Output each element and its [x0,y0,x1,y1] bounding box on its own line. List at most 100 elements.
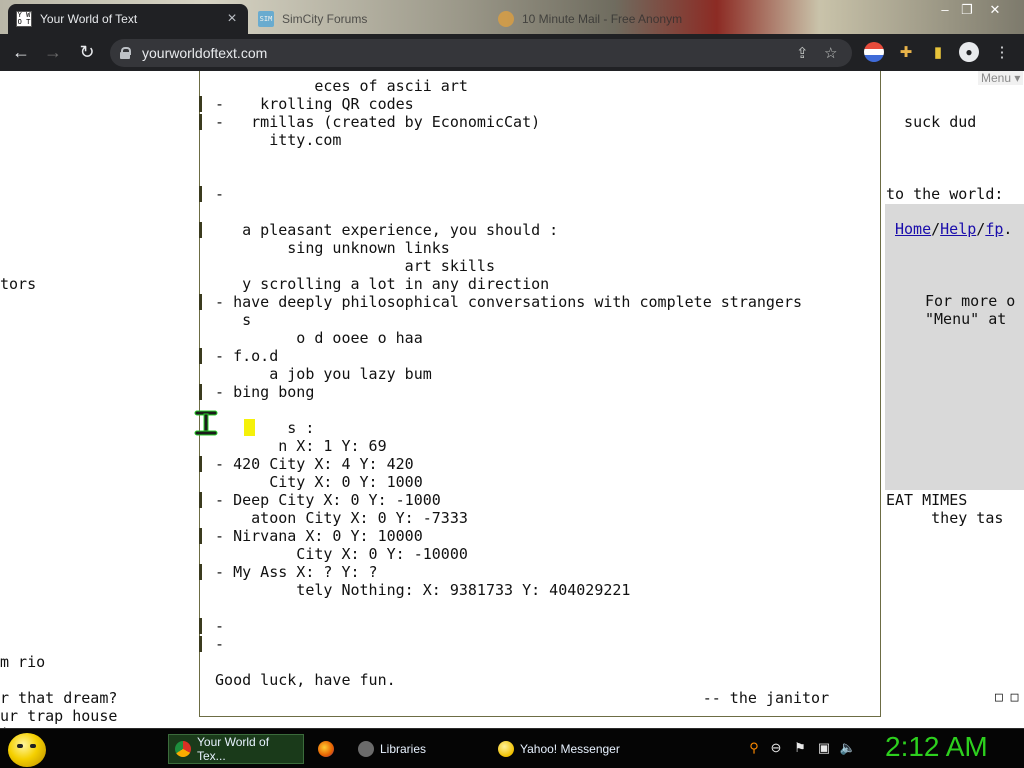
text-line: - [206,185,225,203]
text-line: -- the janitor [206,689,830,707]
text-line: s : [206,419,315,437]
text-line: - My Ass X: ? Y: ? [206,563,378,581]
right-text-line: to the world: [886,185,1004,203]
task-label: Libraries [380,742,427,756]
tab-your-world-of-text[interactable]: Y WO T Your World of Text × [8,4,248,34]
share-icon[interactable]: ⇪ [796,39,809,67]
help-link[interactable]: Help [940,220,976,238]
panel-more-line-1: For more o [925,292,1016,310]
line-margin-bar [199,456,202,472]
text-line: - f.o.d [206,347,279,365]
taskbar-libraries[interactable]: Libraries [352,734,488,764]
text-line: - Deep City X: 0 Y: -1000 [206,491,441,509]
line-margin-bar [199,222,202,238]
line-margin-bar [199,186,202,202]
profile-flag-extension-icon[interactable] [864,42,884,62]
text-world-canvas[interactable]: eces of ascii art - krolling QR codes - … [0,71,1024,728]
tab-title: Your World of Text [40,12,138,26]
left-text-line: tors [0,275,37,293]
simcity-icon: SIM [258,11,274,27]
corner-glyphs: □ □ [995,690,1019,705]
messenger-tray-icon[interactable]: ⊖ [768,740,784,756]
side-panel-icon[interactable]: ▮ [928,42,948,62]
text-line: City X: 0 Y: 1000 [206,473,423,491]
kebab-menu-icon[interactable]: ⋮ [992,42,1012,62]
text-line: Good luck, have fun. [206,671,396,689]
text-line: itty.com [206,131,342,149]
text-line: - rmillas (created by EconomicCat) [206,113,541,131]
restore-icon[interactable]: ❐ [956,2,978,18]
text-line: - [206,617,225,635]
close-window-icon[interactable]: ✕ [984,2,1006,18]
line-margin-bar [199,384,202,400]
text-line: - 420 City X: 4 Y: 420 [206,455,414,473]
right-text-line: EAT MIMES [886,491,968,509]
line-margin-bar [199,114,202,130]
action-center-flag-icon[interactable]: ⚑ [792,740,808,756]
address-bar[interactable]: yourworldoftext.com ⇪ ☆ [110,39,852,67]
taskbar-clock[interactable]: 2:12 AM [885,731,988,763]
taskbar-firefox[interactable] [312,734,352,764]
left-text-line: r that dream? [0,689,118,707]
minimize-icon[interactable]: – [934,2,956,17]
text-line: - krolling QR codes [206,95,414,113]
back-arrow-icon[interactable]: ← [6,37,36,67]
volume-icon[interactable]: 🔈 [840,740,856,756]
taskbar-yahoo-messenger[interactable]: Yahoo! Messenger [492,734,632,764]
network-icon[interactable]: ▣ [816,740,832,756]
lock-icon [120,47,131,59]
text-line: sing unknown links [206,239,450,257]
tab-title: SimCity Forums [282,12,368,26]
text-line: s [206,311,252,329]
help-panel: Home/Help/fp. For more o "Menu" at [885,204,1024,490]
tab-simcity-forums[interactable]: SIM SimCity Forums [258,4,488,34]
puzzle-extensions-icon[interactable]: ✚ [896,42,916,62]
line-margin-bar [199,636,202,652]
text-line: a job you lazy bum [206,365,432,383]
tab-title: 10 Minute Mail - Free Anonym [522,12,683,26]
bookmark-star-icon[interactable]: ☆ [824,39,837,67]
text-line: City X: 0 Y: -10000 [206,545,468,563]
text-line: - Nirvana X: 0 Y: 10000 [206,527,423,545]
line-margin-bar [199,348,202,364]
text-line: tely Nothing: X: 9381733 Y: 404029221 [206,581,631,599]
browser-tab-strip: Y WO T Your World of Text × SIM SimCity … [0,0,1024,34]
line-margin-bar [199,528,202,544]
yahoo-messenger-icon [498,741,514,757]
line-margin-bar [199,96,202,112]
home-link[interactable]: Home [895,220,931,238]
line-margin-bar [199,492,202,508]
ibeam-cursor-icon [194,410,218,436]
line-margin-bar [199,564,202,580]
text-cursor [244,419,255,436]
windows-taskbar: Your World of Tex... Libraries Yahoo! Me… [0,728,1024,768]
text-line: a pleasant experience, you should : [206,221,559,239]
libraries-icon [358,741,374,757]
chrome-icon [175,741,191,757]
fp-link[interactable]: fp [985,220,1003,238]
search-icon[interactable]: ⚲ [746,740,762,756]
start-smiley-icon[interactable] [8,733,46,767]
ywot-icon: Y WO T [16,11,32,27]
text-line: - have deeply philosophical conversation… [206,293,803,311]
line-margin-bar [199,294,202,310]
right-text-line: they tas [886,509,1004,527]
forward-arrow-icon[interactable]: → [38,37,68,67]
reload-icon[interactable]: ↻ [72,37,102,67]
taskbar-chrome-window[interactable]: Your World of Tex... [168,734,304,764]
text-line: art skills [206,257,495,275]
left-text-line: ur trap house [0,707,118,725]
panel-more-line-2: "Menu" at [925,310,1007,328]
browser-toolbar: ← → ↻ yourworldoftext.com ⇪ ☆ ✚ ▮ ● ⋮ [0,34,1024,71]
panel-links: Home/Help/fp. [895,220,1013,238]
text-line: - bing bong [206,383,315,401]
tab-10-minute-mail[interactable]: 10 Minute Mail - Free Anonym [498,4,728,34]
text-line: eces of ascii art [206,77,468,95]
address-url: yourworldoftext.com [142,45,268,61]
account-avatar-icon[interactable]: ● [959,42,979,62]
task-label: Your World of Tex... [197,735,270,763]
right-text-line: suck dud [886,113,977,131]
menu-button[interactable]: Menu ▾ [978,71,1024,85]
close-icon[interactable]: × [224,10,240,28]
text-line: - [206,635,225,653]
